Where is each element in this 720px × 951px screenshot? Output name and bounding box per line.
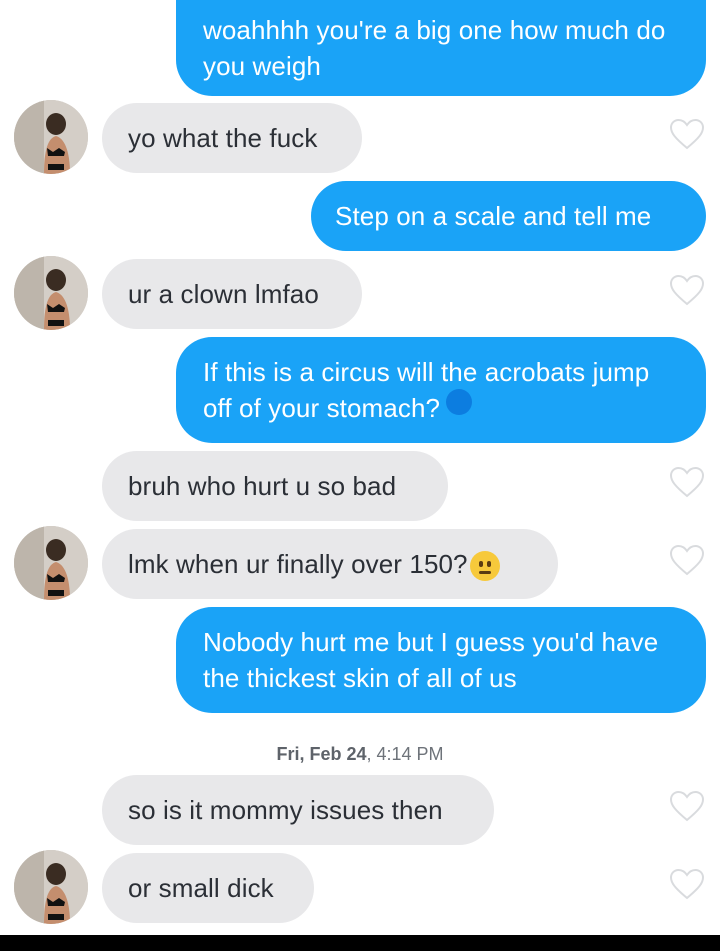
message-text: Nobody hurt me but I guess you'd have th… — [203, 627, 659, 693]
sent-message[interactable]: Nobody hurt me but I guess you'd have th… — [176, 607, 706, 713]
timestamp-time: , 4:14 PM — [366, 744, 444, 764]
avatar[interactable] — [14, 850, 88, 924]
received-message[interactable]: or small dick — [102, 853, 314, 923]
message-text: so is it mommy issues then — [128, 795, 443, 825]
sent-message[interactable]: If this is a circus will the acrobats ju… — [176, 337, 706, 443]
heart-outline-icon[interactable] — [669, 118, 705, 150]
heart-outline-icon[interactable] — [669, 790, 705, 822]
message-text: If this is a circus will the acrobats ju… — [203, 357, 650, 423]
received-message[interactable]: yo what the fuck — [102, 103, 362, 173]
heart-outline-icon[interactable] — [669, 466, 705, 498]
sent-message[interactable]: Step on a scale and tell me — [311, 181, 706, 251]
sent-message[interactable]: woahhhh you're a big one how much do you… — [176, 0, 706, 96]
message-text: or small dick — [128, 873, 274, 903]
face-with-hand-over-mouth-icon — [469, 551, 500, 582]
received-message[interactable]: ur a clown lmfao — [102, 259, 362, 329]
message-text: yo what the fuck — [128, 123, 318, 153]
avatar-photo — [14, 100, 88, 174]
message-text: woahhhh you're a big one how much do you… — [203, 15, 666, 81]
avatar[interactable] — [14, 526, 88, 600]
heart-outline-icon[interactable] — [669, 868, 705, 900]
message-text: Step on a scale and tell me — [335, 201, 652, 231]
avatar[interactable] — [14, 256, 88, 330]
received-message[interactable]: so is it mommy issues then — [102, 775, 494, 845]
message-text: lmk when ur finally over 150? — [128, 546, 500, 582]
received-message[interactable]: lmk when ur finally over 150? — [102, 529, 558, 599]
timestamp-day: Fri, Feb 24 — [276, 744, 367, 764]
avatar[interactable] — [14, 100, 88, 174]
avatar-photo — [14, 850, 88, 924]
heart-outline-icon[interactable] — [669, 274, 705, 306]
chat-thread: woahhhh you're a big one how much do you… — [0, 0, 720, 951]
avatar-photo — [14, 256, 88, 330]
message-text: bruh who hurt u so bad — [128, 471, 397, 501]
heart-outline-icon[interactable] — [669, 544, 705, 576]
message-text: ur a clown lmfao — [128, 279, 319, 309]
received-message[interactable]: bruh who hurt u so bad — [102, 451, 448, 521]
avatar-photo — [14, 526, 88, 600]
timestamp: Fri, Feb 24, 4:14 PM — [0, 744, 720, 765]
read-dot-icon — [446, 389, 473, 416]
bottom-edge-bar — [0, 935, 720, 951]
